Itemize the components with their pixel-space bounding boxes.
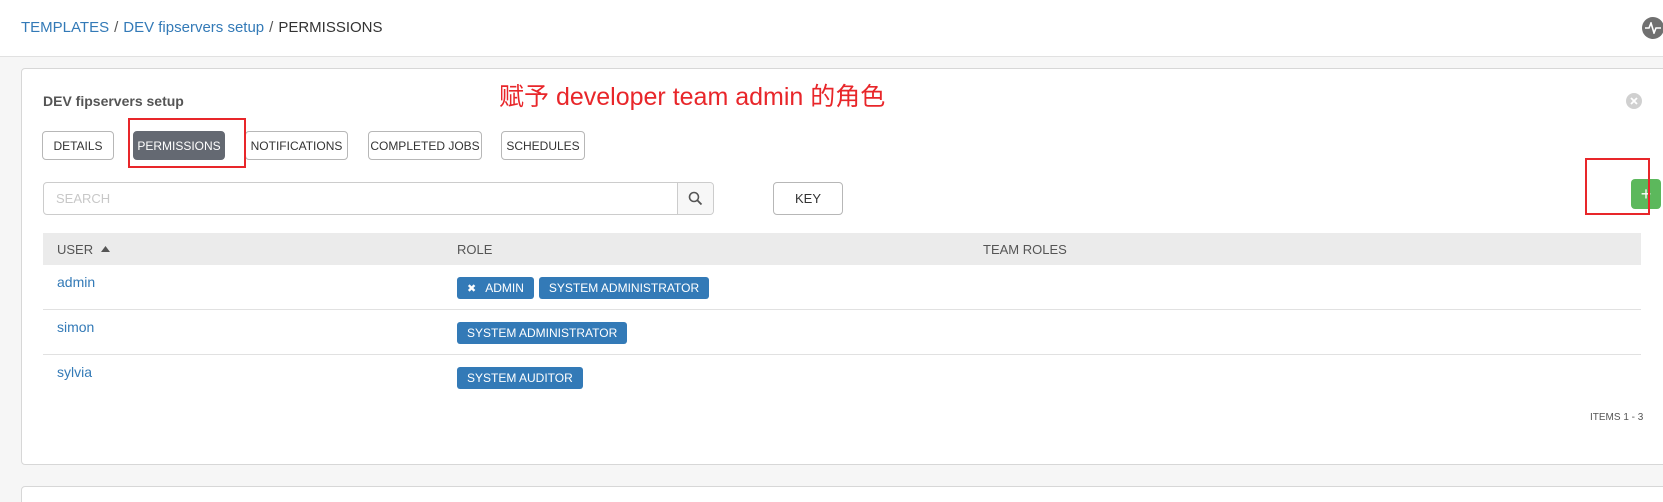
role-badge: SYSTEM ADMINISTRATOR — [457, 322, 628, 344]
remove-role-icon[interactable]: ✖ — [467, 282, 476, 295]
tab-permissions[interactable]: PERMISSIONS — [133, 131, 225, 160]
user-link[interactable]: admin — [57, 274, 95, 290]
column-header-team-roles: TEAM ROLES — [983, 242, 1067, 257]
items-count: ITEMS 1 - 3 — [1590, 412, 1644, 423]
tab-details[interactable]: DETAILS — [42, 131, 114, 160]
search-box — [43, 182, 714, 215]
role-list: ✖ ADMIN SYSTEM ADMINISTRATOR — [457, 277, 710, 299]
search-input[interactable] — [44, 183, 677, 214]
breadcrumb-separator: / — [114, 19, 119, 36]
breadcrumb: TEMPLATES / DEV fipservers setup / PERMISSIO… — [21, 19, 383, 36]
breadcrumb-separator: / — [269, 19, 274, 36]
table-header: USER ROLE TEAM ROLES — [43, 233, 1641, 265]
add-button[interactable]: + — [1631, 179, 1661, 209]
tab-completed-jobs[interactable]: COMPLETED JOBS — [368, 131, 482, 160]
column-header-user[interactable]: USER — [57, 242, 110, 257]
table-row: simon SYSTEM ADMINISTRATOR — [43, 310, 1641, 355]
role-badge: SYSTEM AUDITOR — [457, 367, 583, 389]
breadcrumb-current: PERMISSIONS — [278, 19, 383, 36]
permissions-panel: DEV fipservers setup 赋予 developer team a… — [21, 68, 1663, 465]
top-bar: TEMPLATES / DEV fipservers setup / PERMISSIO… — [0, 0, 1663, 57]
tab-notifications[interactable]: NOTIFICATIONS — [245, 131, 348, 160]
role-list: SYSTEM AUDITOR — [457, 367, 583, 389]
breadcrumb-template-name[interactable]: DEV fipservers setup — [123, 19, 264, 36]
column-header-role: ROLE — [457, 242, 493, 257]
tab-schedules[interactable]: SCHEDULES — [501, 131, 585, 160]
panel-title: DEV fipservers setup — [43, 93, 184, 109]
role-badge: SYSTEM ADMINISTRATOR — [538, 277, 710, 299]
key-button[interactable]: KEY — [773, 182, 843, 215]
table-row: admin ✖ ADMIN SYSTEM ADMINISTRATOR — [43, 265, 1641, 310]
close-circle-icon[interactable] — [1626, 93, 1642, 109]
user-link[interactable]: simon — [57, 319, 94, 335]
user-link[interactable]: sylvia — [57, 364, 92, 380]
secondary-panel — [21, 486, 1663, 502]
table-row: sylvia SYSTEM AUDITOR — [43, 355, 1641, 400]
breadcrumb-templates[interactable]: TEMPLATES — [21, 19, 109, 36]
role-badge: ✖ ADMIN — [457, 277, 534, 299]
activity-pulse-icon[interactable] — [1642, 17, 1663, 39]
permissions-table: USER ROLE TEAM ROLES admin ✖ ADMIN SYSTEM… — [43, 233, 1641, 400]
role-list: SYSTEM ADMINISTRATOR — [457, 322, 628, 344]
search-icon[interactable] — [677, 183, 713, 214]
sort-ascending-icon — [100, 246, 110, 252]
annotation-text: 赋予 developer team admin 的角色 — [499, 83, 886, 111]
